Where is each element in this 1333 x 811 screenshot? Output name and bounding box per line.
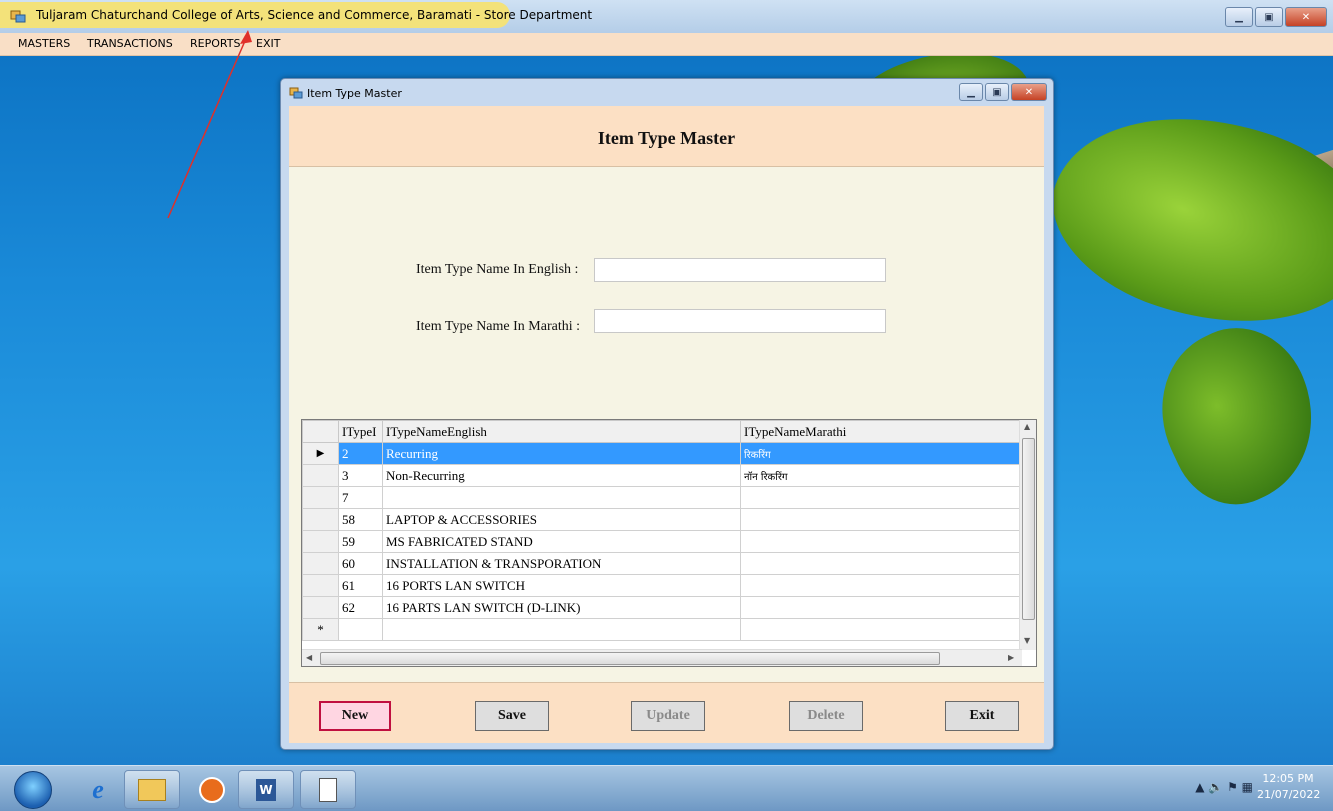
word-icon[interactable]: W — [238, 770, 294, 809]
application-icon[interactable] — [300, 770, 356, 809]
annotation-arrow-icon — [167, 30, 252, 219]
clock-date: 21/07/2022 — [1257, 788, 1321, 801]
file-explorer-icon[interactable] — [124, 770, 180, 809]
clock-time: 12:05 PM — [1262, 772, 1314, 785]
start-button[interactable] — [14, 771, 52, 809]
taskbar: e W ▲ 🔈 ⚑ ▦ 12:05 PM 21/07/2022 — [0, 765, 1333, 811]
system-tray[interactable]: ▲ 🔈 ⚑ ▦ — [1195, 780, 1253, 794]
taskbar-clock[interactable]: 12:05 PM 21/07/2022 — [1257, 771, 1321, 803]
internet-explorer-icon[interactable]: e — [70, 770, 126, 809]
media-player-icon[interactable] — [184, 770, 240, 809]
